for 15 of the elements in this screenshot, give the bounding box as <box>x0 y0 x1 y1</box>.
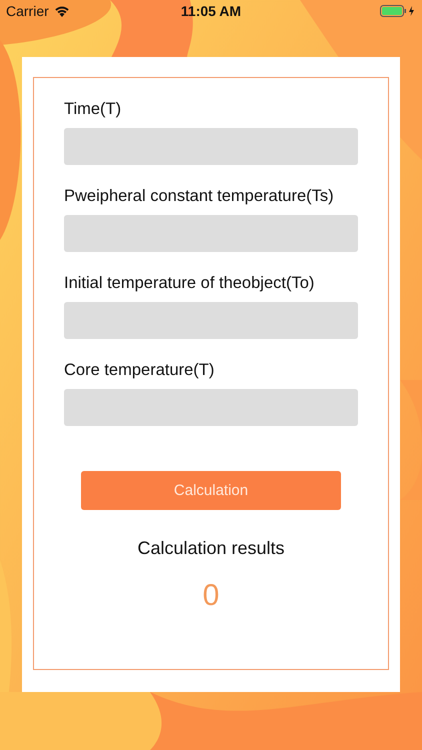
wifi-icon <box>54 5 70 17</box>
carrier-label: Carrier <box>6 3 49 19</box>
clock-time: 11:05 AM <box>180 3 242 19</box>
input-field[interactable] <box>64 215 358 252</box>
field-label: Time(T) <box>64 100 122 119</box>
results-heading: Calculation results <box>137 538 285 559</box>
input-field[interactable] <box>64 302 358 339</box>
field-label: Pweipheral constant temperature(Ts) <box>64 187 334 206</box>
field-label: Core temperature(T) <box>64 361 214 380</box>
calculation-button[interactable]: Calculation <box>81 471 341 510</box>
result-value: 0 <box>202 579 220 613</box>
battery-icon <box>380 5 416 17</box>
input-field[interactable] <box>64 128 358 165</box>
field-label: Initial temperature of theobject(To) <box>64 274 314 293</box>
input-field[interactable] <box>64 389 358 426</box>
